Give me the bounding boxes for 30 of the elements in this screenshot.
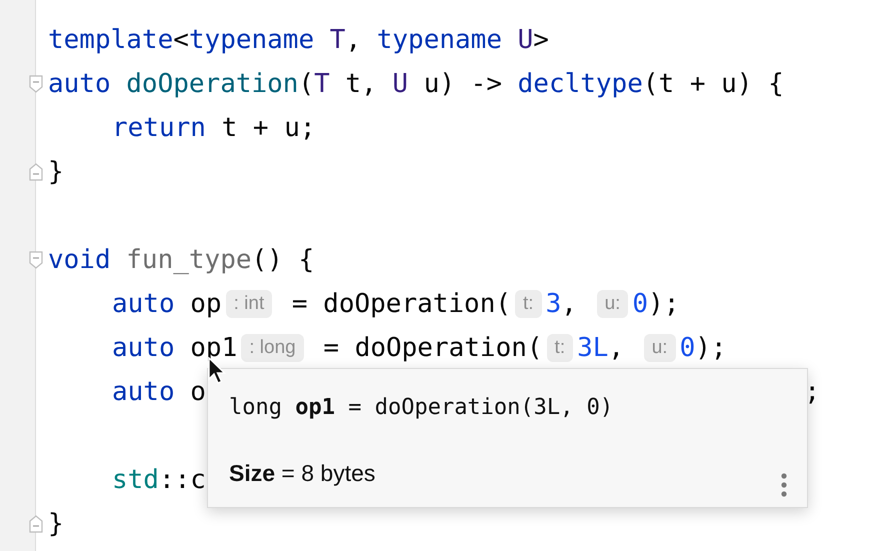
code-text: = doOperation( <box>290 289 512 319</box>
code-text: } <box>48 157 64 187</box>
unfold-end-icon[interactable] <box>29 163 43 181</box>
code-text: auto doOperation(T t, U u) -> decltype(t + u) { <box>48 69 784 99</box>
inlay-hint: u: <box>596 290 628 318</box>
unfold-end-icon[interactable] <box>29 515 43 533</box>
code-text: auto o <box>112 377 206 407</box>
code-text: } <box>48 509 64 539</box>
inlay-hint: u: <box>644 334 676 362</box>
fold-icon[interactable] <box>29 251 43 269</box>
code-text: 3L, <box>577 333 626 363</box>
code-text: 0); <box>680 333 727 363</box>
code-text: ; <box>804 377 820 407</box>
inlay-hint: t: <box>515 290 542 318</box>
signature-text: long op1 = doOperation(3L, 0) <box>229 395 614 420</box>
inlay-hint: : long <box>241 334 304 362</box>
code-text: auto op1 <box>112 333 238 363</box>
fold-icon[interactable] <box>29 75 43 93</box>
code-text: 0); <box>632 289 680 319</box>
code-text: return t + u; <box>112 113 316 143</box>
inlay-hint: : int <box>226 290 272 318</box>
inlay-hint: t: <box>546 334 574 362</box>
code-text: void fun_type() { <box>48 245 314 275</box>
code-text: = doOperation( <box>322 333 543 363</box>
code-text: std::c <box>112 465 206 495</box>
code-text: template<typename T, typename U> <box>48 25 549 55</box>
code-text: auto op <box>112 289 222 319</box>
code-text: 3, <box>546 289 578 319</box>
more-options-icon[interactable] <box>781 473 787 497</box>
size-text: Size = 8 bytes <box>229 460 376 487</box>
